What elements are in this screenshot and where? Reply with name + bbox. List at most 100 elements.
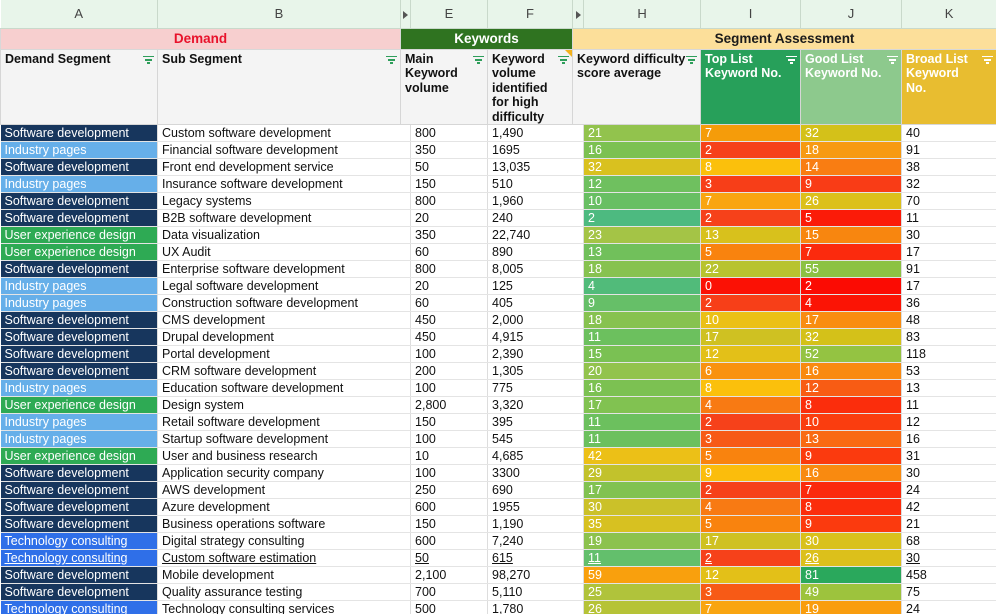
cell-top-list[interactable]: 13 [700,226,802,244]
table-row[interactable]: Industry pages Construction software deve… [0,294,996,312]
table-row[interactable]: Software development CRM software develop… [0,362,996,380]
cell-top-list[interactable]: 5 [700,243,802,261]
cell-keyword-difficulty[interactable]: 11 [583,413,702,431]
cell-broad-list[interactable]: 83 [901,328,996,346]
cell-demand-segment[interactable]: Software development [0,362,158,380]
cell-keyword-volume-identified[interactable]: 405 [487,294,585,312]
table-row[interactable]: Industry pages Legal software development… [0,277,996,295]
column-header-f[interactable]: F [487,0,574,29]
cell-good-list[interactable]: 9 [800,175,903,193]
cell-keyword-difficulty[interactable]: 12 [583,175,702,193]
cell-sub-segment[interactable]: Mobile development [157,566,412,584]
cell-keyword-difficulty[interactable]: 35 [583,515,702,533]
cell-keyword-volume-identified[interactable]: 395 [487,413,585,431]
table-row[interactable]: Software development AWS development 250 69… [0,481,996,499]
cell-good-list[interactable]: 19 [800,600,903,614]
cell-main-keyword-volume[interactable]: 2,100 [410,566,489,584]
cell-good-list[interactable]: 16 [800,464,903,482]
cell-broad-list[interactable]: 36 [901,294,996,312]
table-row[interactable]: User experience design User and business … [0,447,996,465]
cell-keyword-difficulty[interactable]: 19 [583,532,702,550]
filter-icon-main-keyword-volume[interactable] [473,55,485,65]
cell-demand-segment[interactable]: Software development [0,481,158,499]
table-row[interactable]: User experience design UX Audit 60 890 13 5 7 1… [0,243,996,261]
cell-main-keyword-volume[interactable]: 450 [410,311,489,329]
cell-top-list[interactable]: 22 [700,260,802,278]
cell-main-keyword-volume[interactable]: 800 [410,192,489,210]
column-header-k[interactable]: K [901,0,996,29]
cell-good-list[interactable]: 49 [800,583,903,601]
cell-good-list[interactable]: 81 [800,566,903,584]
cell-demand-segment[interactable]: Industry pages [0,430,158,448]
cell-keyword-volume-identified[interactable]: 7,240 [487,532,585,550]
table-row[interactable]: Software development Portal development 10… [0,345,996,363]
cell-sub-segment[interactable]: Digital strategy consulting [157,532,412,550]
cell-keyword-difficulty[interactable]: 10 [583,192,702,210]
cell-broad-list[interactable]: 91 [901,260,996,278]
cell-good-list[interactable]: 13 [800,430,903,448]
table-row[interactable]: Industry pages Retail software developmen… [0,413,996,431]
cell-sub-segment[interactable]: Application security company [157,464,412,482]
cell-main-keyword-volume[interactable]: 250 [410,481,489,499]
cell-keyword-volume-identified[interactable]: 1695 [487,141,585,159]
cell-sub-segment[interactable]: Quality assurance testing [157,583,412,601]
cell-demand-segment[interactable]: Technology consulting [0,549,158,567]
table-row[interactable]: Software development Application security… [0,464,996,482]
header-sub-segment[interactable]: Sub Segment [156,48,402,125]
table-row[interactable]: User experience design Data visualization… [0,226,996,244]
cell-broad-list[interactable]: 30 [901,464,996,482]
cell-broad-list[interactable]: 38 [901,158,996,176]
cell-keyword-difficulty[interactable]: 29 [583,464,702,482]
cell-good-list[interactable]: 18 [800,141,903,159]
table-row[interactable]: Software development CMS development 450 2,… [0,311,996,329]
cell-top-list[interactable]: 7 [700,600,802,614]
filter-icon-broad-list[interactable] [982,55,994,65]
cell-demand-segment[interactable]: Software development [0,515,158,533]
cell-sub-segment[interactable]: Design system [157,396,412,414]
cell-main-keyword-volume[interactable]: 100 [410,430,489,448]
cell-demand-segment[interactable]: User experience design [0,447,158,465]
cell-keyword-difficulty[interactable]: 26 [583,600,702,614]
cell-main-keyword-volume[interactable]: 60 [410,294,489,312]
table-row[interactable]: Technology consulting Custom software est… [0,549,996,567]
cell-keyword-volume-identified[interactable]: 1,305 [487,362,585,380]
cell-sub-segment[interactable]: UX Audit [157,243,412,261]
cell-keyword-volume-identified[interactable]: 1,960 [487,192,585,210]
cell-main-keyword-volume[interactable]: 10 [410,447,489,465]
cell-demand-segment[interactable]: Software development [0,260,158,278]
table-row[interactable]: Software development Quality assurance te… [0,583,996,601]
cell-keyword-volume-identified[interactable]: 4,915 [487,328,585,346]
cell-demand-segment[interactable]: Industry pages [0,141,158,159]
cell-sub-segment[interactable]: Enterprise software development [157,260,412,278]
cell-keyword-volume-identified[interactable]: 98,270 [487,566,585,584]
cell-broad-list[interactable]: 42 [901,498,996,516]
table-row[interactable]: Software development B2B software develop… [0,209,996,227]
cell-good-list[interactable]: 4 [800,294,903,312]
filter-icon-top-list[interactable] [786,55,798,65]
cell-broad-list[interactable]: 24 [901,481,996,499]
cell-sub-segment[interactable]: Data visualization [157,226,412,244]
header-broad-list[interactable]: Broad List Keyword No. [901,48,996,125]
cell-keyword-difficulty[interactable]: 13 [583,243,702,261]
cell-demand-segment[interactable]: Software development [0,345,158,363]
cell-keyword-volume-identified[interactable]: 2,000 [487,311,585,329]
cell-main-keyword-volume[interactable]: 800 [410,260,489,278]
cell-top-list[interactable]: 2 [700,294,802,312]
cell-top-list[interactable]: 2 [700,549,802,567]
cell-keyword-volume-identified[interactable]: 545 [487,430,585,448]
cell-broad-list[interactable]: 75 [901,583,996,601]
table-row[interactable]: Industry pages Insurance software develop… [0,175,996,193]
cell-good-list[interactable]: 32 [800,328,903,346]
cell-demand-segment[interactable]: User experience design [0,243,158,261]
cell-good-list[interactable]: 26 [800,192,903,210]
cell-sub-segment[interactable]: CMS development [157,311,412,329]
column-header-b[interactable]: B [156,0,402,29]
cell-keyword-volume-identified[interactable]: 690 [487,481,585,499]
cell-top-list[interactable]: 17 [700,532,802,550]
cell-keyword-difficulty[interactable]: 59 [583,566,702,584]
header-good-list[interactable]: Good List Keyword No. [800,48,903,125]
cell-demand-segment[interactable]: Software development [0,311,158,329]
cell-broad-list[interactable]: 30 [901,549,996,567]
cell-keyword-volume-identified[interactable]: 22,740 [487,226,585,244]
cell-keyword-volume-identified[interactable]: 3300 [487,464,585,482]
